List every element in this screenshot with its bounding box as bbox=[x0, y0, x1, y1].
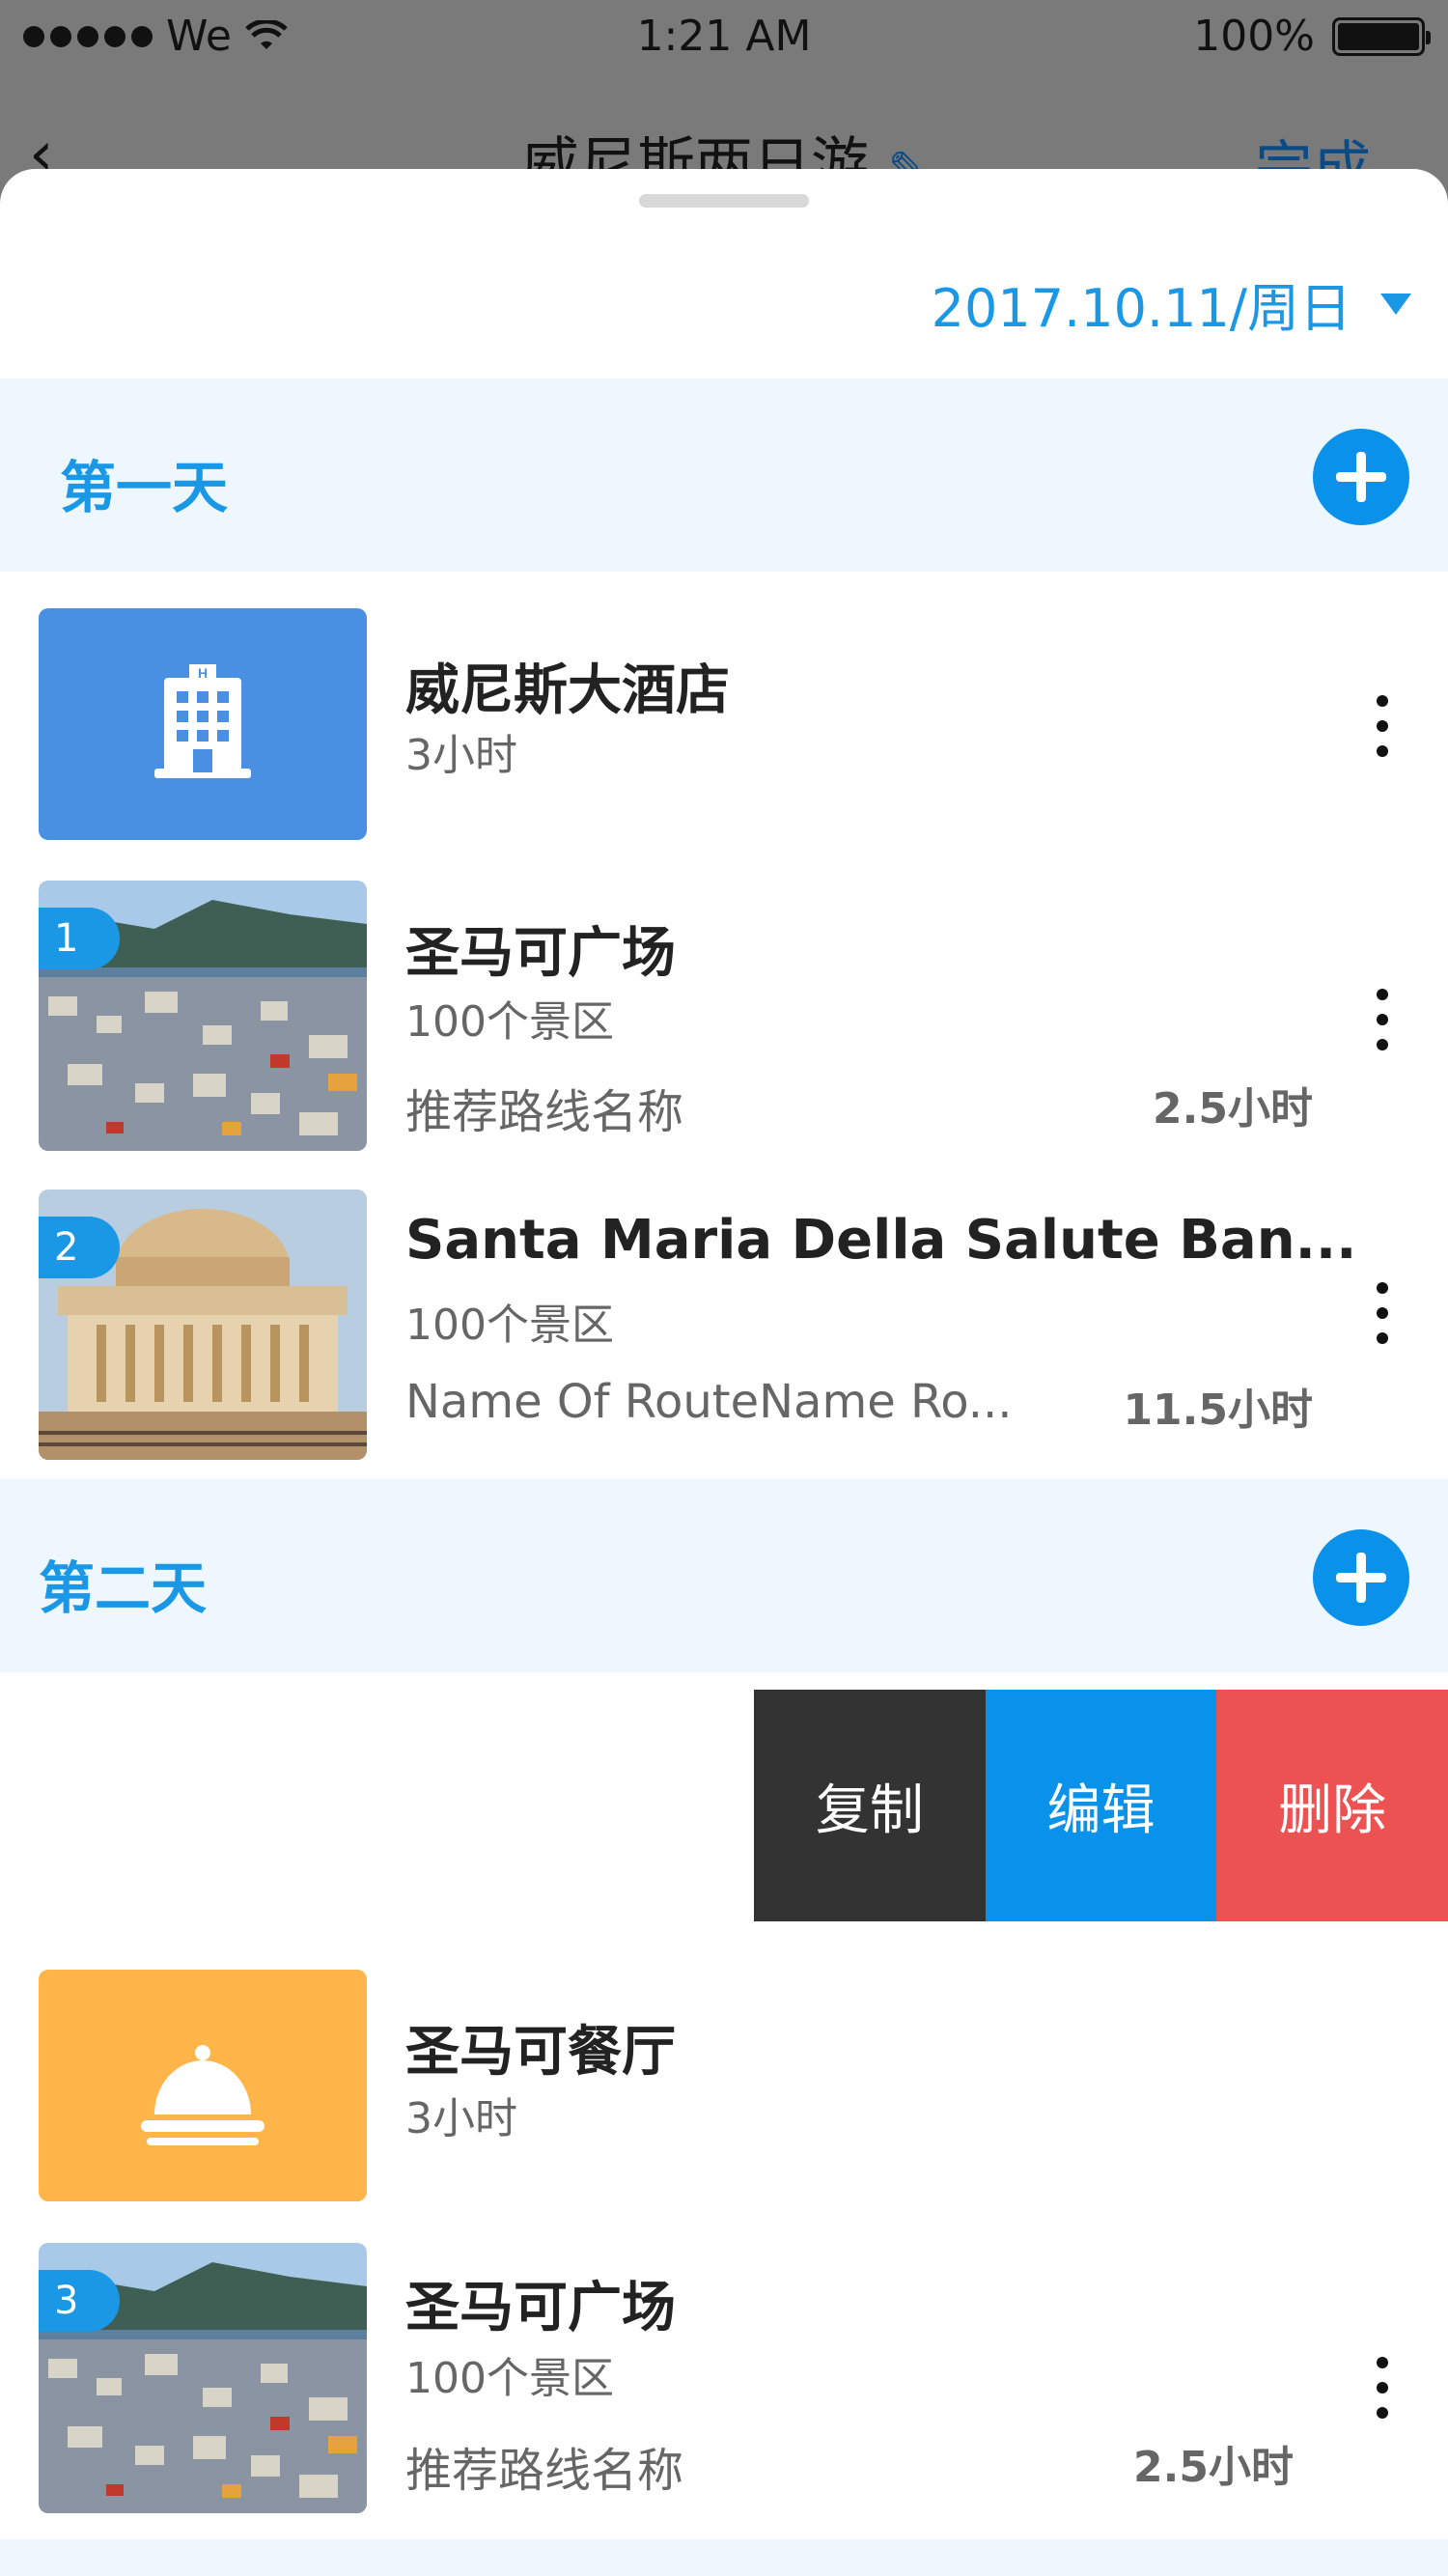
route-name: Name Of RouteName Ro... bbox=[405, 1375, 1013, 1429]
item-subtitle: 3小时 bbox=[405, 2094, 517, 2143]
day-label: 第一天 bbox=[60, 455, 229, 520]
item-subtitle: 3小时 bbox=[405, 731, 517, 780]
building-photo: 2 bbox=[39, 1190, 367, 1460]
sheet-drag-handle[interactable] bbox=[639, 194, 809, 208]
town-photo: 1 bbox=[39, 881, 367, 1151]
more-options-icon[interactable] bbox=[1377, 2357, 1390, 2432]
stop-index-badge: 2 bbox=[39, 1217, 120, 1278]
date-selector[interactable]: 2017.10.11/周日 bbox=[932, 266, 1411, 342]
hotel-icon: H bbox=[39, 608, 367, 840]
day-header-1: 第一天 bbox=[0, 378, 1448, 572]
battery-icon bbox=[1332, 16, 1431, 56]
route-duration: 2.5小时 bbox=[1133, 2443, 1294, 2492]
svg-text:H: H bbox=[198, 665, 208, 681]
route-name: 推荐路线名称 bbox=[405, 2444, 684, 2498]
item-subtitle: 100个景区 bbox=[405, 997, 614, 1047]
item-subtitle: 100个景区 bbox=[405, 2354, 614, 2403]
more-options-icon[interactable] bbox=[1377, 1282, 1390, 1358]
day-header-3 bbox=[0, 2539, 1448, 2576]
item-title: 圣马可餐厅 bbox=[405, 2021, 676, 2084]
date-value: 2017.10.11/周日 bbox=[931, 278, 1351, 339]
battery-percent: 100% bbox=[1193, 12, 1315, 61]
item-title: 圣马可广场 bbox=[405, 922, 676, 985]
day-header-2: 第二天 bbox=[0, 1479, 1448, 1672]
item-title: Santa Maria Della Salute Ban... bbox=[405, 1209, 1357, 1272]
item-subtitle: 100个景区 bbox=[405, 1301, 614, 1350]
list-item[interactable]: 1 圣马可广场 100个景区 推荐路线名称 2.5小时 bbox=[0, 881, 1448, 1151]
delete-button[interactable]: 删除 bbox=[1216, 1690, 1448, 1921]
add-stop-button[interactable] bbox=[1313, 1529, 1409, 1626]
stop-index-badge: 1 bbox=[39, 908, 120, 969]
food-cloche-icon bbox=[39, 1970, 367, 2201]
list-item[interactable]: 圣马可餐厅 3小时 bbox=[0, 1970, 1448, 2201]
copy-button[interactable]: 复制 bbox=[754, 1690, 986, 1921]
edit-button[interactable]: 编辑 bbox=[985, 1690, 1217, 1921]
town-photo: 3 bbox=[39, 2243, 367, 2513]
item-title: 威尼斯大酒店 bbox=[405, 659, 730, 722]
route-duration: 11.5小时 bbox=[1123, 1386, 1313, 1435]
nav-bar: ‹ 威尼斯两日游✎ 完成 bbox=[0, 97, 1448, 203]
list-item[interactable]: H 威尼斯大酒店 3小时 bbox=[0, 608, 1448, 840]
list-item[interactable]: 3 圣马可广场 100个景区 推荐路线名称 2.5小时 bbox=[0, 2243, 1448, 2513]
more-options-icon[interactable] bbox=[1377, 695, 1390, 770]
stop-index-badge: 3 bbox=[39, 2270, 120, 2332]
more-options-icon[interactable] bbox=[1377, 989, 1390, 1064]
item-title: 圣马可广场 bbox=[405, 2277, 676, 2339]
add-stop-button[interactable] bbox=[1313, 429, 1409, 525]
status-bar: We 1:21 AM 100% bbox=[0, 0, 1448, 77]
route-duration: 2.5小时 bbox=[1153, 1084, 1313, 1134]
route-name: 推荐路线名称 bbox=[405, 1085, 684, 1139]
swipe-actions: 复制 编辑 删除 bbox=[754, 1690, 1448, 1921]
day-label: 第二天 bbox=[39, 1555, 208, 1621]
itinerary-sheet: 2017.10.11/周日 第一天 H 威尼斯大酒店 3小时 1 圣马可广场 1… bbox=[0, 169, 1448, 2576]
caret-down-icon bbox=[1380, 293, 1411, 315]
list-item[interactable]: 2 Santa Maria Della Salute Ban... 100个景区… bbox=[0, 1190, 1448, 1460]
